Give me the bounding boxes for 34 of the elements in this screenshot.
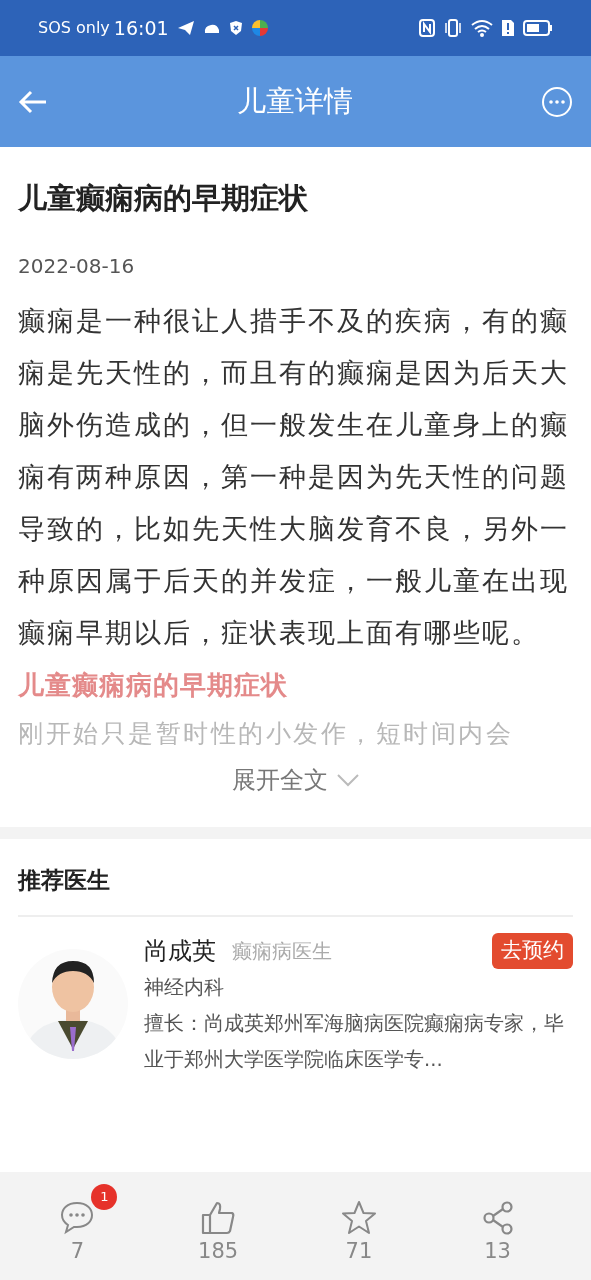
share-button[interactable]: 13 xyxy=(473,1184,538,1268)
more-icon xyxy=(541,85,573,118)
star-icon xyxy=(340,1200,377,1237)
clock: 16:01 xyxy=(113,15,169,41)
article-subheading: 儿童癫痫病的早期症状 xyxy=(18,668,289,702)
shield-icon xyxy=(228,20,243,36)
nfc-icon xyxy=(419,19,435,37)
article-title: 儿童癫痫病的早期症状 xyxy=(18,180,309,217)
wifi-icon xyxy=(471,19,493,37)
book-button[interactable]: 去预约 xyxy=(492,933,573,969)
section-title: 推荐医生 xyxy=(18,838,573,917)
star-button[interactable]: 71 xyxy=(334,1184,399,1268)
chevron-icon xyxy=(335,772,360,787)
article-date: 2022-08-16 xyxy=(18,252,136,280)
app-icon xyxy=(250,19,269,37)
doctor-expertise: 擅长：尚成英郑州军海脑病医院癫痫病专家，毕业于郑州大学医学院临床医学专... xyxy=(144,1011,565,1074)
carrier-label: SOS only xyxy=(38,17,110,39)
back-button[interactable] xyxy=(18,88,48,115)
vibrate-icon xyxy=(443,19,463,37)
send-icon xyxy=(176,20,195,36)
battery-icon xyxy=(523,20,553,36)
sim-icon xyxy=(501,19,515,37)
expand-button[interactable]: 展开全文 xyxy=(225,760,366,799)
like-button[interactable]: 185 xyxy=(192,1184,261,1268)
comment-button[interactable]: 1 7 xyxy=(53,1184,118,1268)
doctor-name: 尚成英 xyxy=(144,936,216,967)
notification-badge: 1 xyxy=(91,1184,118,1211)
page-title: 儿童详情 xyxy=(236,82,353,120)
doctor-department: 神经内科 xyxy=(144,975,225,1001)
thumbs-up-icon xyxy=(200,1200,237,1237)
doctor-title: 癫痫病医生 xyxy=(232,938,332,965)
article-paragraph: 癫痫是一种很让人措手不及的疾病，有的癫痫是先天性的，而且有的癫痫是因为后天大脑外伤造成的，但一般发生在儿童身上的癫痫有两种原因，第一种是因为先天性的问题导致的，比如先天性大脑发育不良，另外一种原因属于后天的并发症，一般儿童在出现癫痫早期以后，症状表现上面有哪些呢。 xyxy=(18,303,570,650)
more-button[interactable] xyxy=(541,85,573,118)
back-icon xyxy=(18,88,48,115)
